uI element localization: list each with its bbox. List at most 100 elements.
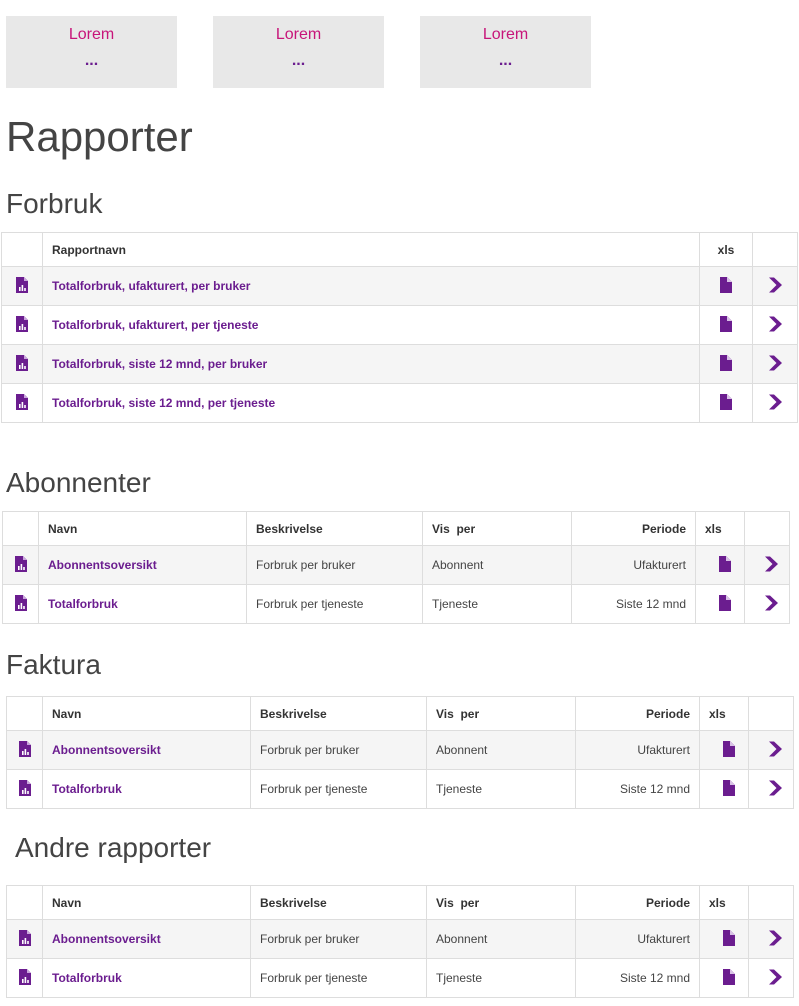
report-name-link[interactable]: Totalforbruk, siste 12 mnd, per tjeneste (42, 383, 700, 423)
table-header-row: Navn Beskrivelse Vis per Periode xls (2, 511, 790, 546)
action-column-header (752, 232, 798, 267)
table-row: Totalforbruk Forbruk per tjeneste Tjeneste… (6, 958, 794, 998)
chevron-right-icon[interactable] (767, 929, 783, 950)
chevron-right-icon[interactable] (767, 354, 783, 375)
column-header-beskrivelse: Beskrivelse (250, 696, 427, 731)
report-name-link[interactable]: Abonnentsoversikt (42, 919, 251, 959)
description-cell: Forbruk per tjeneste (250, 958, 427, 998)
andre-rapporter-table: Navn Beskrivelse Vis per Periode xls Abo… (6, 885, 794, 998)
report-chart-icon-cell (1, 344, 43, 384)
periode-cell: Ufakturert (571, 545, 696, 585)
column-header-periode: Periode (571, 511, 696, 546)
column-header-xls: xls (695, 511, 745, 546)
faktura-table: Navn Beskrivelse Vis per Periode xls Abo… (6, 696, 794, 809)
table-row: Totalforbruk, siste 12 mnd, per bruker (1, 344, 798, 384)
report-chart-icon-cell (2, 584, 39, 624)
chevron-right-icon-cell (748, 958, 794, 998)
report-name-link[interactable]: Totalforbruk (38, 584, 247, 624)
xls-file-icon-cell (699, 266, 753, 306)
xls-file-icon[interactable] (722, 740, 735, 760)
chevron-right-icon-cell (744, 545, 790, 585)
section-heading-abonnenter: Abonnenter (6, 467, 151, 498)
report-name-link[interactable]: Abonnentsoversikt (42, 730, 251, 770)
xls-file-icon-cell (699, 305, 753, 345)
chevron-right-icon[interactable] (767, 315, 783, 336)
chevron-right-icon[interactable] (767, 740, 783, 761)
report-chart-icon (14, 594, 28, 614)
column-header-navn: Navn (42, 885, 251, 920)
vis-per-cell: Abonnent (426, 730, 576, 770)
summary-card[interactable]: Lorem ... (6, 16, 177, 88)
xls-file-icon[interactable] (720, 393, 732, 413)
report-chart-icon (18, 929, 32, 949)
chevron-right-icon[interactable] (767, 779, 783, 800)
xls-file-icon[interactable] (722, 779, 735, 799)
periode-cell: Ufakturert (575, 919, 700, 959)
page-title: Rapporter (6, 113, 193, 160)
icon-column-header (6, 696, 43, 731)
chevron-right-icon-cell (752, 266, 798, 306)
table-row: Totalforbruk, ufakturert, per tjeneste (1, 305, 798, 345)
column-header-beskrivelse: Beskrivelse (246, 511, 423, 546)
xls-file-icon[interactable] (720, 276, 732, 296)
chevron-right-icon[interactable] (763, 555, 779, 576)
table-header-row: Navn Beskrivelse Vis per Periode xls (6, 696, 794, 731)
chevron-right-icon[interactable] (767, 276, 783, 297)
chevron-right-icon[interactable] (767, 393, 783, 414)
report-chart-icon-cell (1, 305, 43, 345)
chevron-right-icon-cell (752, 305, 798, 345)
report-name-link[interactable]: Totalforbruk, ufakturert, per tjeneste (42, 305, 700, 345)
report-chart-icon-cell (6, 919, 43, 959)
xls-file-icon[interactable] (718, 555, 731, 575)
report-name-link[interactable]: Abonnentsoversikt (38, 545, 247, 585)
xls-file-icon[interactable] (720, 315, 732, 335)
table-header-row: Navn Beskrivelse Vis per Periode xls (6, 885, 794, 920)
description-cell: Forbruk per tjeneste (250, 769, 427, 809)
table-row: Totalforbruk Forbruk per tjeneste Tjeneste… (6, 769, 794, 809)
description-cell: Forbruk per bruker (250, 919, 427, 959)
xls-file-icon-cell (695, 545, 745, 585)
column-header-vis-per: Vis per (426, 885, 576, 920)
column-header-periode: Periode (575, 885, 700, 920)
column-header-beskrivelse: Beskrivelse (250, 885, 427, 920)
vis-per-cell: Tjeneste (426, 958, 576, 998)
report-name-link[interactable]: Totalforbruk (42, 958, 251, 998)
column-header-rapportnavn: Rapportnavn (42, 232, 700, 267)
xls-file-icon-cell (699, 769, 749, 809)
chevron-right-icon[interactable] (767, 968, 783, 989)
report-chart-icon (18, 779, 32, 799)
column-header-xls: xls (699, 885, 749, 920)
action-column-header (744, 511, 790, 546)
xls-file-icon-cell (699, 919, 749, 959)
report-name-link[interactable]: Totalforbruk (42, 769, 251, 809)
report-name-link[interactable]: Totalforbruk, siste 12 mnd, per bruker (42, 344, 700, 384)
report-chart-icon-cell (6, 730, 43, 770)
chevron-right-icon[interactable] (763, 594, 779, 615)
column-header-navn: Navn (42, 696, 251, 731)
table-row: Abonnentsoversikt Forbruk per bruker Abonn… (6, 919, 794, 959)
summary-card[interactable]: Lorem ... (420, 16, 591, 88)
periode-cell: Siste 12 mnd (571, 584, 696, 624)
description-cell: Forbruk per bruker (246, 545, 423, 585)
vis-per-cell: Abonnent (422, 545, 572, 585)
periode-cell: Siste 12 mnd (575, 958, 700, 998)
periode-cell: Ufakturert (575, 730, 700, 770)
report-chart-icon (18, 740, 32, 760)
summary-card[interactable]: Lorem ... (213, 16, 384, 88)
table-row: Totalforbruk, siste 12 mnd, per tjeneste (1, 383, 798, 423)
table-row: Abonnentsoversikt Forbruk per bruker Abonn… (6, 730, 794, 770)
chevron-right-icon-cell (752, 383, 798, 423)
column-header-navn: Navn (38, 511, 247, 546)
xls-file-icon-cell (695, 584, 745, 624)
report-chart-icon (14, 555, 28, 575)
andre-rapporter-table-body: Abonnentsoversikt Forbruk per bruker Abonn… (6, 919, 794, 998)
report-chart-icon-cell (6, 769, 43, 809)
card-title: Lorem (275, 26, 322, 43)
xls-file-icon[interactable] (722, 929, 735, 949)
xls-file-icon[interactable] (718, 594, 731, 614)
xls-file-icon[interactable] (722, 968, 735, 988)
xls-file-icon[interactable] (720, 354, 732, 374)
report-name-link[interactable]: Totalforbruk, ufakturert, per bruker (42, 266, 700, 306)
card-value: ... (291, 52, 306, 69)
abonnenter-table-body: Abonnentsoversikt Forbruk per bruker Abonn… (2, 545, 790, 624)
